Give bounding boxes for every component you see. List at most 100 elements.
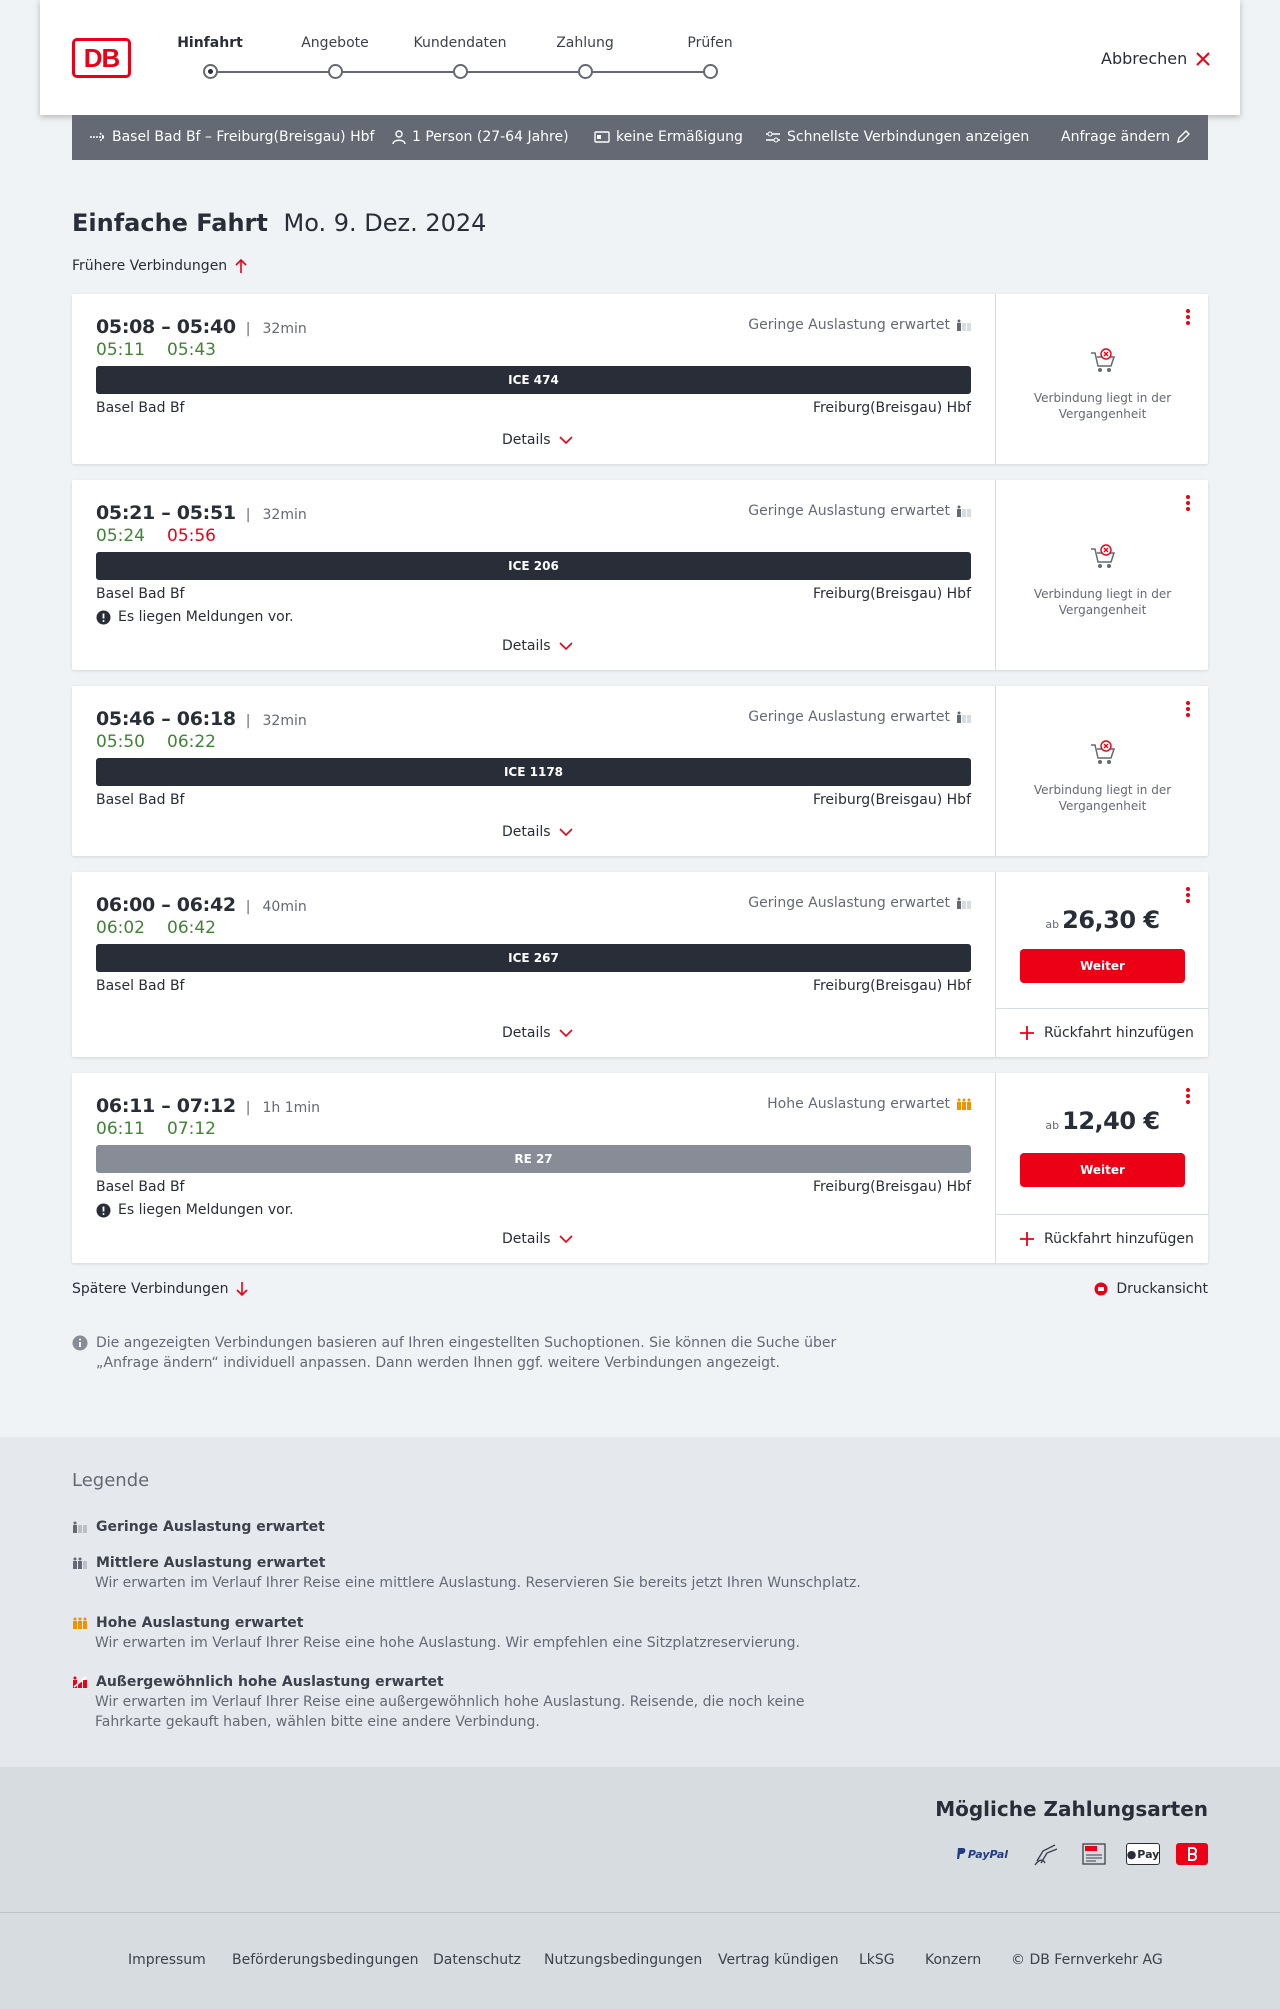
payment-section: Mögliche Zahlungsarten PayPal ● Pay	[0, 1767, 1280, 1912]
more-options-icon[interactable]	[1183, 700, 1193, 718]
connection-card[interactable]: 06:00 – 06:4240min 06:0206:42 Geringe Au…	[72, 872, 1209, 1057]
offer-panel: Verbindung liegt in der Vergangenheit	[995, 294, 1208, 464]
add-return-button[interactable]: Rückfahrt hinzufügen	[996, 1214, 1209, 1262]
realtime-times: 05:24 05:56	[96, 526, 216, 546]
connection-card[interactable]: 05:21 – 05:5132min 05:2405:56 Geringe Au…	[72, 480, 1208, 670]
continue-button[interactable]: Weiter	[1020, 949, 1185, 983]
realtime-times: 05:50 06:22	[96, 732, 216, 752]
db-logo[interactable]: DB	[72, 38, 131, 78]
high-occupancy-icon	[73, 1617, 87, 1629]
person-icon	[392, 130, 406, 144]
chevron-down-icon	[558, 436, 573, 444]
realtime-times: 05:11 05:43	[96, 340, 216, 360]
step-hinfahrt-label: Hinfahrt	[177, 35, 243, 51]
cancel-button[interactable]: Abbrechen	[1101, 49, 1211, 68]
more-options-icon[interactable]	[1183, 1087, 1193, 1105]
pencil-icon	[1177, 130, 1190, 143]
add-return-button[interactable]: Rückfahrt hinzufügen	[996, 1008, 1209, 1056]
payment-title: Mögliche Zahlungsarten	[935, 1797, 1208, 1821]
legend-item: Außergewöhnlich hohe Auslastung erwartet…	[73, 1672, 835, 1732]
footer-link-impressum[interactable]: Impressum	[128, 1952, 206, 1968]
arrow-up-icon	[235, 259, 247, 273]
details-toggle[interactable]: Details	[502, 1025, 573, 1041]
step-angebote-dot	[328, 64, 343, 79]
realtime-times: 06:11 07:12	[96, 1119, 216, 1139]
duration: 1h 1min	[246, 1100, 320, 1116]
discount-summary: keine Ermäßigung	[594, 129, 743, 145]
high-occupancy-icon	[957, 1098, 971, 1110]
later-connections-link[interactable]: Spätere Verbindungen	[72, 1281, 249, 1297]
passenger-text: 1 Person (27-64 Jahre)	[412, 129, 569, 145]
occupancy-info: Geringe Auslastung erwartet	[748, 895, 972, 911]
connection-card[interactable]: 06:11 – 07:121h 1min 06:1107:12 Hohe Aus…	[72, 1073, 1209, 1263]
chevron-down-icon	[558, 1029, 573, 1037]
details-toggle[interactable]: Details	[502, 824, 573, 840]
disruption-message: Es liegen Meldungen vor.	[96, 609, 294, 625]
print-label: Druckansicht	[1116, 1281, 1208, 1297]
trip-type: Einfache Fahrt	[72, 209, 268, 237]
low-occupancy-icon	[957, 505, 971, 517]
footer-link-nutzungsbedingungen[interactable]: Nutzungsbedingungen	[544, 1952, 702, 1968]
arrival-station: Freiburg(Breisgau) Hbf	[812, 400, 971, 416]
details-toggle[interactable]: Details	[502, 1231, 573, 1247]
paypal-icon	[956, 1848, 966, 1859]
page-title: Einfache Fahrt Mo. 9. Dez. 2024	[72, 209, 486, 237]
plus-icon	[1020, 1025, 1034, 1040]
connection-card[interactable]: 05:08 – 05:4032min 05:1105:43 Geringe Au…	[72, 294, 1208, 464]
close-icon	[1196, 51, 1210, 66]
legend-desc: Wir erwarten im Verlauf Ihrer Reise eine…	[95, 1575, 861, 1591]
more-options-icon[interactable]	[1183, 308, 1193, 326]
step-zahlung-label: Zahlung	[556, 35, 614, 51]
train-bar: ICE 206	[96, 552, 971, 580]
cart-unavailable-icon	[1091, 544, 1116, 568]
printer-icon	[1094, 1282, 1108, 1296]
fastest-toggle[interactable]: Schnellste Verbindungen anzeigen	[765, 129, 1029, 145]
legend-item: Mittlere Auslastung erwartet Wir erwarte…	[73, 1553, 861, 1593]
departure-station: Basel Bad Bf	[96, 400, 185, 416]
past-connection-text: Verbindung liegt in der Vergangenheit	[1033, 783, 1172, 813]
legend-desc: Wir erwarten im Verlauf Ihrer Reise eine…	[95, 1635, 800, 1651]
past-connection-text: Verbindung liegt in der Vergangenheit	[1033, 391, 1172, 421]
legend-section: Legende Geringe Auslastung erwartet Mitt…	[0, 1437, 1280, 1767]
offer-panel: ab 26,30 € Weiter Rückfahrt hinzufügen	[995, 872, 1209, 1057]
footer-link-befoerderungsbedingungen[interactable]: Beförderungsbedingungen	[232, 1952, 419, 1968]
train-bar: ICE 474	[96, 366, 971, 394]
offer-panel: ab 12,40 € Weiter Rückfahrt hinzufügen	[995, 1073, 1209, 1263]
legend-title: Legende	[72, 1470, 150, 1491]
credit-card-hand-icon	[1034, 1844, 1058, 1866]
duration: 32min	[246, 507, 307, 523]
details-toggle[interactable]: Details	[502, 638, 573, 654]
continue-button[interactable]: Weiter	[1020, 1153, 1185, 1187]
connection-card[interactable]: 05:46 – 06:1832min 05:5006:22 Geringe Au…	[72, 686, 1208, 856]
occupancy-info: Geringe Auslastung erwartet	[748, 317, 972, 333]
footer-link-konzern[interactable]: Konzern	[925, 1952, 981, 1968]
occupancy-info: Geringe Auslastung erwartet	[748, 503, 972, 519]
arrival-station: Freiburg(Breisgau) Hbf	[812, 978, 971, 994]
duration: 40min	[246, 899, 307, 915]
earlier-connections-link[interactable]: Frühere Verbindungen	[72, 258, 247, 274]
change-request-button[interactable]: Anfrage ändern	[1061, 129, 1190, 145]
booking-header: DB Hinfahrt Angebote Kundendaten Zahlung…	[40, 0, 1240, 115]
chevron-down-icon	[558, 642, 573, 650]
details-toggle[interactable]: Details	[502, 432, 573, 448]
low-occupancy-icon	[73, 1521, 87, 1533]
low-occupancy-icon	[957, 319, 971, 331]
departure-station: Basel Bad Bf	[96, 586, 185, 602]
search-summary-bar: Basel Bad Bf – Freiburg(Breisgau) Hbf 1 …	[72, 115, 1208, 160]
footer: Impressum Beförderungsbedingungen Datens…	[0, 1912, 1280, 2009]
planned-times: 05:08 – 05:4032min	[96, 316, 307, 338]
step-kundendaten-dot	[453, 64, 468, 79]
past-connection-text: Verbindung liegt in der Vergangenheit	[1033, 587, 1172, 617]
footer-link-vertrag-kuendigen[interactable]: Vertrag kündigen	[718, 1952, 839, 1968]
realtime-times: 06:02 06:42	[96, 918, 216, 938]
step-pruefen-label: Prüfen	[687, 35, 733, 51]
duration: 32min	[246, 321, 307, 337]
footer-link-lksg[interactable]: LkSG	[859, 1952, 895, 1968]
print-view-link[interactable]: Druckansicht	[1094, 1281, 1208, 1297]
footer-link-datenschutz[interactable]: Datenschutz	[433, 1952, 521, 1968]
more-options-icon[interactable]	[1183, 886, 1193, 904]
planned-times: 06:00 – 06:4240min	[96, 894, 307, 916]
legend-desc: Wir erwarten im Verlauf Ihrer Reise eine…	[95, 1694, 805, 1730]
occupancy-info: Hohe Auslastung erwartet	[767, 1096, 972, 1112]
more-options-icon[interactable]	[1183, 494, 1193, 512]
